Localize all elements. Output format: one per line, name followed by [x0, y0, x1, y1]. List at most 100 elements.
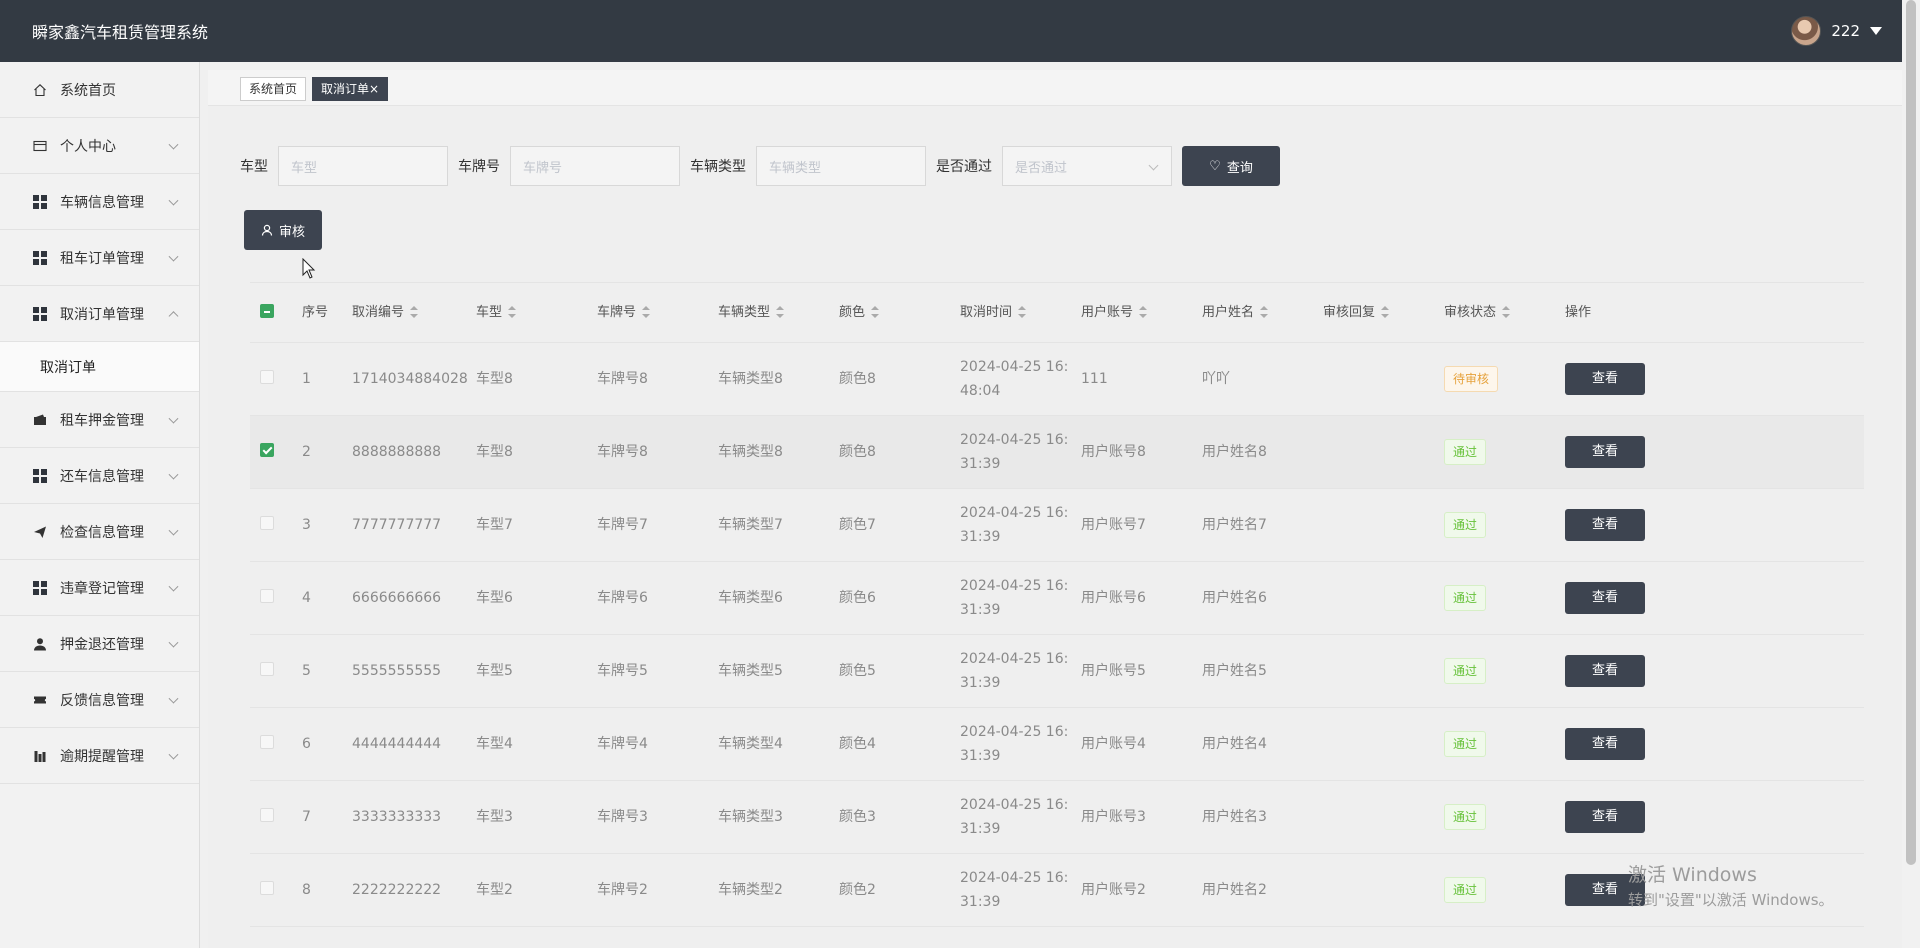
column-header[interactable]: 用户姓名 [1202, 301, 1323, 325]
cell-name: 用户姓名8 [1202, 444, 1267, 460]
view-button[interactable]: 查看 [1565, 728, 1645, 760]
vertical-scrollbar[interactable] [1902, 0, 1920, 948]
row-checkbox[interactable] [260, 662, 274, 676]
sidebar-item-2[interactable]: 车辆信息管理 [0, 174, 199, 230]
scrollbar-thumb[interactable] [1906, 0, 1916, 865]
row-select-cell[interactable] [250, 808, 302, 826]
view-button[interactable]: 查看 [1565, 509, 1645, 541]
cell-action: 查看 [1565, 509, 1864, 541]
table-row[interactable]: 4 6666666666 车型6 车牌号6 车辆类型6 颜色6 2024-04-25 16:… [250, 562, 1864, 635]
table-row[interactable]: 8 2222222222 车型2 车牌号2 车辆类型2 颜色2 2024-04-25 16:… [250, 854, 1864, 927]
sort-icon[interactable] [1260, 306, 1269, 318]
row-select-cell[interactable] [250, 443, 302, 461]
status-badge: 通过 [1444, 731, 1487, 757]
username[interactable]: 222 [1831, 22, 1860, 40]
column-header-label: 序号 [302, 304, 329, 320]
cell-model: 车型3 [476, 809, 513, 825]
sidebar-item-label: 押金退还管理 [60, 636, 144, 653]
cell-account: 用户账号4 [1081, 736, 1146, 752]
app-title: 瞬家鑫汽车租赁管理系统 [32, 23, 209, 42]
sidebar-item-9[interactable]: 押金退还管理 [0, 616, 199, 672]
column-header[interactable]: 取消编号 [352, 301, 476, 325]
sidebar-item-4[interactable]: 取消订单管理 [0, 286, 199, 342]
row-select-cell[interactable] [250, 516, 302, 534]
view-button[interactable]: 查看 [1565, 801, 1645, 833]
table-row[interactable]: 5 5555555555 车型5 车牌号5 车辆类型5 颜色5 2024-04-25 16:… [250, 635, 1864, 708]
column-header-label: 车型 [476, 304, 503, 320]
sidebar-subitem-cancel-order[interactable]: 取消订单 [0, 342, 199, 392]
select-all-cell[interactable] [250, 303, 302, 322]
row-checkbox[interactable] [260, 735, 274, 749]
caret-down-icon[interactable] [1870, 27, 1882, 35]
column-header[interactable]: 车辆类型 [718, 301, 839, 325]
sidebar-item-3[interactable]: 租车订单管理 [0, 230, 199, 286]
row-select-cell[interactable] [250, 735, 302, 753]
view-button[interactable]: 查看 [1565, 363, 1645, 395]
sort-icon[interactable] [1381, 306, 1390, 318]
sort-icon[interactable] [642, 306, 651, 318]
view-button[interactable]: 查看 [1565, 436, 1645, 468]
column-header[interactable]: 取消时间 [960, 301, 1081, 325]
model-input[interactable]: 车型 [278, 146, 448, 186]
tab-cancel-order[interactable]: 取消订单× [312, 77, 389, 101]
audit-button[interactable]: 审核 [244, 210, 322, 250]
sidebar-item-8[interactable]: 违章登记管理 [0, 560, 199, 616]
column-header[interactable]: 车牌号 [597, 301, 718, 325]
table-row[interactable]: 7 3333333333 车型3 车牌号3 车辆类型3 颜色3 2024-04-25 16:… [250, 781, 1864, 854]
query-button[interactable]: ♡ 查询 [1182, 146, 1280, 186]
cell-status: 通过 [1444, 731, 1565, 757]
sidebar-item-11[interactable]: 逾期提醒管理 [0, 728, 199, 784]
table-row[interactable]: 1 1714034884028 车型8 车牌号8 车辆类型8 颜色8 2024-04-25 … [250, 343, 1864, 416]
view-button[interactable]: 查看 [1565, 655, 1645, 687]
row-checkbox[interactable] [260, 516, 274, 530]
row-select-cell[interactable] [250, 370, 302, 388]
row-checkbox[interactable] [260, 881, 274, 895]
sidebar-item-7[interactable]: 检查信息管理 [0, 504, 199, 560]
sort-icon[interactable] [1139, 306, 1148, 318]
view-button[interactable]: 查看 [1565, 582, 1645, 614]
sort-icon[interactable] [871, 306, 880, 318]
row-checkbox[interactable] [260, 443, 274, 457]
row-checkbox[interactable] [260, 370, 274, 384]
sort-icon[interactable] [1018, 306, 1027, 318]
sort-icon[interactable] [776, 306, 785, 318]
sidebar-item-6[interactable]: 还车信息管理 [0, 448, 199, 504]
grid-icon [32, 194, 48, 210]
cell-model: 车型6 [476, 590, 513, 606]
row-checkbox[interactable] [260, 589, 274, 603]
table-row[interactable]: 2 8888888888 车型8 车牌号8 车辆类型8 颜色8 2024-04-25 16:… [250, 416, 1864, 489]
column-header[interactable]: 审核回复 [1323, 301, 1444, 325]
column-header[interactable]: 车型 [476, 301, 597, 325]
user-menu[interactable]: 222 [1791, 16, 1882, 46]
column-header[interactable]: 审核状态 [1444, 301, 1565, 325]
pass-select[interactable]: 是否通过 [1002, 146, 1172, 186]
sort-icon[interactable] [1502, 306, 1511, 318]
cell-action: 查看 [1565, 582, 1864, 614]
cell-idx: 8 [302, 882, 311, 898]
cell-time: 2024-04-25 16:31:39 [960, 651, 1069, 691]
column-header[interactable]: 用户账号 [1081, 301, 1202, 325]
table-row[interactable]: 6 4444444444 车型4 车牌号4 车辆类型4 颜色4 2024-04-25 16:… [250, 708, 1864, 781]
sort-icon[interactable] [410, 306, 419, 318]
chevron-down-icon [168, 413, 179, 424]
row-select-cell[interactable] [250, 881, 302, 899]
select-all-checkbox[interactable] [260, 303, 274, 318]
cell-time: 2024-04-25 16:31:39 [960, 797, 1069, 837]
sidebar-item-0[interactable]: 系统首页 [0, 62, 199, 118]
tab-home[interactable]: 系统首页 [240, 77, 307, 101]
sidebar-item-5[interactable]: 租车押金管理 [0, 392, 199, 448]
type-input[interactable]: 车辆类型 [756, 146, 926, 186]
sort-icon[interactable] [508, 306, 517, 318]
avatar[interactable] [1791, 16, 1822, 46]
row-select-cell[interactable] [250, 662, 302, 680]
cell-model: 车型5 [476, 663, 513, 679]
row-select-cell[interactable] [250, 589, 302, 607]
cell-action: 查看 [1565, 436, 1864, 468]
table-row[interactable]: 3 7777777777 车型7 车牌号7 车辆类型7 颜色7 2024-04-25 16:… [250, 489, 1864, 562]
plate-input[interactable]: 车牌号 [510, 146, 680, 186]
sidebar-item-10[interactable]: 反馈信息管理 [0, 672, 199, 728]
row-checkbox[interactable] [260, 808, 274, 822]
type-label: 车辆类型 [690, 159, 746, 175]
sidebar-item-1[interactable]: 个人中心 [0, 118, 199, 174]
column-header[interactable]: 颜色 [839, 301, 960, 325]
